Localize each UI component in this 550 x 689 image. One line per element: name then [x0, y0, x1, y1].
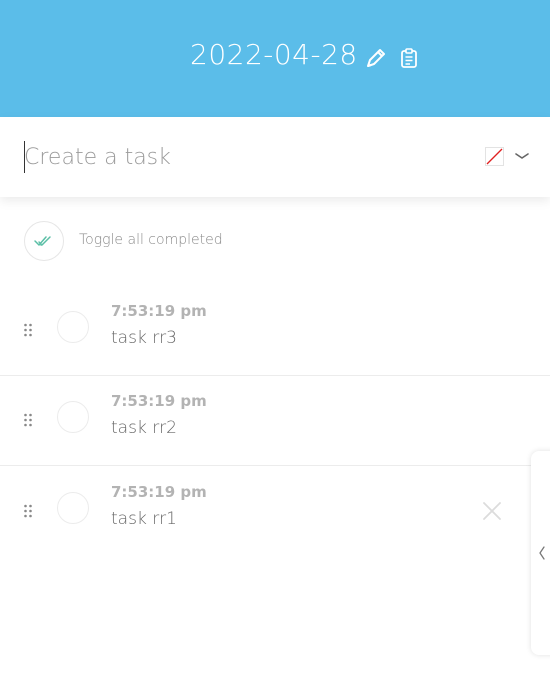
task-complete-checkbox[interactable] [57, 311, 89, 343]
text-cursor [24, 141, 25, 173]
drag-handle-icon[interactable] [23, 503, 33, 518]
no-color-swatch-icon[interactable] [485, 147, 504, 166]
task-row: 7:53:19 pm task rr1 [0, 467, 550, 557]
task-title[interactable]: task rr2 [111, 418, 177, 438]
header-date: 2022-04-28 [190, 38, 358, 71]
task-time: 7:53:19 pm [111, 302, 207, 320]
task-complete-checkbox[interactable] [57, 492, 89, 524]
task-row: 7:53:19 pm task rr3 [0, 286, 550, 376]
task-complete-checkbox[interactable] [57, 401, 89, 433]
create-task-bar [0, 117, 550, 197]
task-title[interactable]: task rr1 [111, 509, 177, 529]
delete-task-icon[interactable] [481, 500, 503, 522]
task-time: 7:53:19 pm [111, 392, 207, 410]
task-time: 7:53:19 pm [111, 483, 207, 501]
clipboard-icon[interactable] [398, 47, 420, 69]
pencil-icon[interactable] [365, 47, 387, 69]
task-title[interactable]: task rr3 [111, 328, 177, 348]
task-row: 7:53:19 pm task rr2 [0, 376, 550, 466]
double-check-icon [34, 236, 51, 246]
toggle-all-label: Toggle all completed [79, 232, 223, 248]
drag-handle-icon[interactable] [23, 412, 33, 427]
toggle-all-button[interactable] [24, 221, 64, 261]
drag-handle-icon[interactable] [23, 322, 33, 337]
chevron-down-icon[interactable] [513, 148, 531, 164]
header-bar: 2022-04-28 [0, 0, 550, 117]
create-task-input[interactable] [24, 139, 464, 175]
chevron-left-icon[interactable] [537, 545, 547, 561]
